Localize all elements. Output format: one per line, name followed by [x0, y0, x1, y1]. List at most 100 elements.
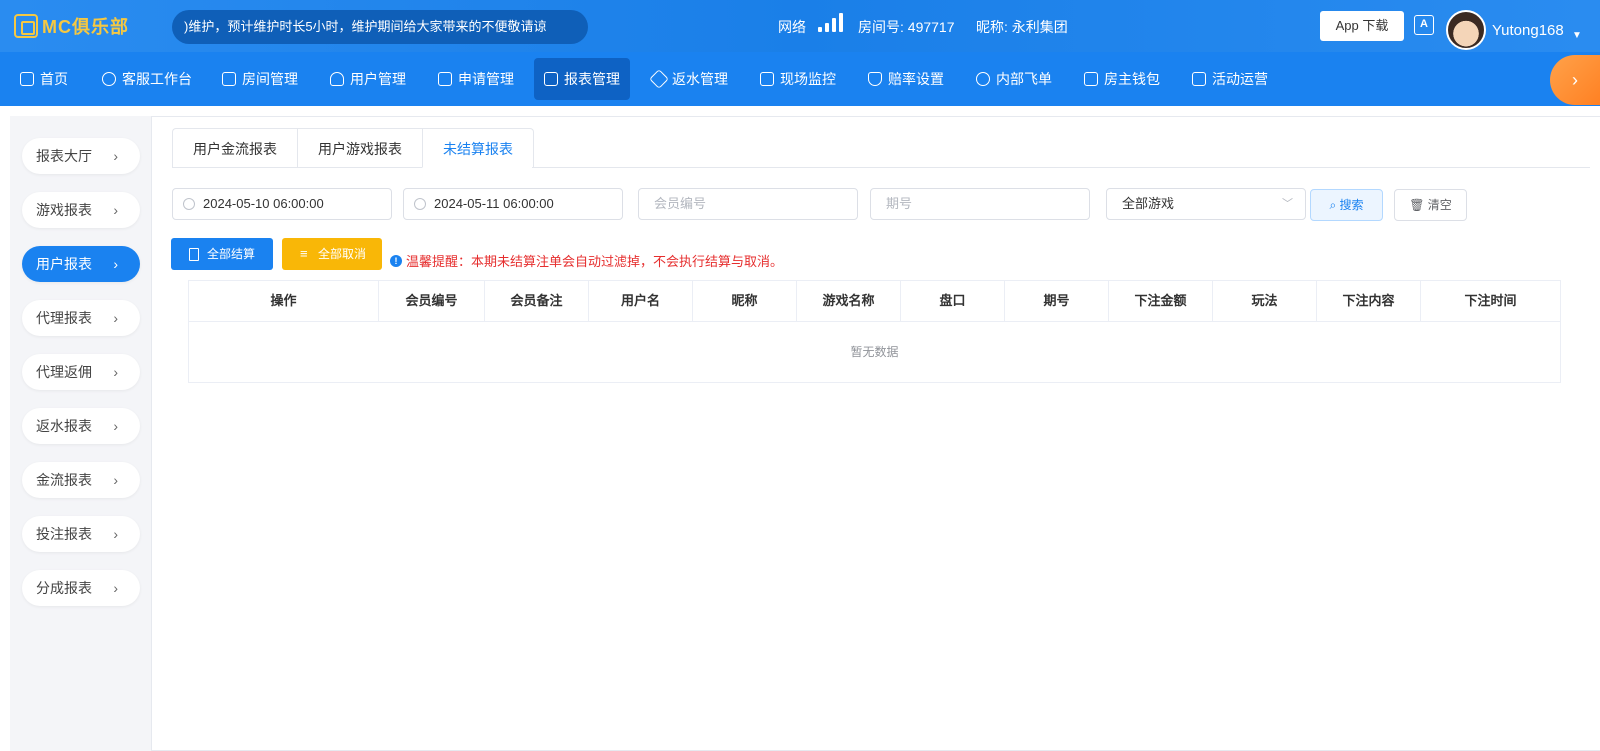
info-icon: !: [390, 254, 402, 267]
document-icon: [438, 72, 452, 86]
sidebar-item-label: 返水报表: [36, 418, 92, 434]
search-button[interactable]: ⌕ 搜索: [1310, 189, 1383, 221]
tab-user-game[interactable]: 用户游戏报表: [297, 128, 422, 168]
sidebar-item-label: 用户报表: [36, 256, 92, 272]
username[interactable]: Yutong168: [1492, 22, 1564, 39]
clear-button[interactable]: 🗑 清空: [1394, 189, 1467, 221]
nav-label: 活动运营: [1212, 71, 1268, 87]
tag-icon: [649, 69, 669, 89]
start-time-picker[interactable]: 2024-05-10 06:00:00: [172, 188, 392, 220]
nav-label: 用户管理: [350, 71, 406, 87]
trash-icon: 🗑: [1409, 198, 1425, 212]
column-header: 下注时间: [1464, 293, 1517, 308]
app-download-button[interactable]: App 下载: [1320, 11, 1404, 41]
headset-icon: [102, 72, 116, 86]
start-time-value: 2024-05-10 06:00:00: [203, 196, 324, 211]
caret-down-icon[interactable]: ▼: [1572, 30, 1582, 41]
end-time-picker[interactable]: 2024-05-11 06:00:00: [403, 188, 623, 220]
column-header: 游戏名称: [797, 281, 901, 321]
nav-owner-wallet[interactable]: 房主钱包: [1074, 58, 1170, 100]
user-icon: [330, 72, 344, 86]
nickname: 昵称: 永利集团: [976, 19, 1068, 35]
nav-application-management[interactable]: 申请管理: [428, 58, 524, 100]
game-select[interactable]: 全部游戏 ﹀: [1106, 188, 1306, 220]
signal-strength-icon: [818, 12, 844, 32]
clock-icon: [414, 198, 426, 210]
sidebar-item-label: 游戏报表: [36, 202, 92, 218]
nav-label: 内部飞单: [996, 71, 1052, 87]
app-logo[interactable]: MC俱乐部: [14, 12, 129, 40]
column-header: 会员备注: [485, 281, 589, 321]
sidebar-item-label: 分成报表: [36, 580, 92, 596]
room-number: 房间号: 497717: [858, 19, 955, 35]
grid-icon: [222, 72, 236, 86]
nav-user-management[interactable]: 用户管理: [320, 58, 416, 100]
search-icon: ⌕: [1329, 198, 1337, 212]
empty-state: 暂无数据: [850, 345, 899, 359]
column-header: 昵称: [693, 281, 797, 321]
sidebar-item-label: 报表大厅: [36, 148, 92, 164]
sidebar-item-label: 投注报表: [36, 526, 92, 542]
sidebar-item-bet-report[interactable]: 投注报表 ›: [22, 516, 140, 552]
tab-divider: [532, 167, 1590, 168]
nav-label: 申请管理: [458, 71, 514, 87]
settle-all-button[interactable]: 全部结算: [171, 238, 273, 270]
chevron-right-icon: ›: [113, 580, 118, 596]
search-label: 搜索: [1339, 198, 1364, 212]
warning-tip: ! 温馨提醒：本期未结算注单会自动过滤掉，不会执行结算与取消。: [390, 251, 783, 270]
nav-label: 现场监控: [780, 71, 836, 87]
nav-rebate-management[interactable]: 返水管理: [642, 58, 738, 100]
logo-icon: [14, 14, 38, 38]
cancel-all-button[interactable]: 全部取消: [282, 238, 382, 270]
tab-unsettled[interactable]: 未结算报表: [422, 128, 534, 168]
monitor-icon: [760, 72, 774, 86]
nav-label: 返水管理: [672, 71, 728, 87]
column-header: 下注内容: [1317, 281, 1421, 321]
nav-more-button[interactable]: ›: [1550, 55, 1600, 105]
tip-text: 温馨提醒：本期未结算注单会自动过滤掉，不会执行结算与取消。: [406, 254, 784, 269]
nav-service-desk[interactable]: 客服工作台: [92, 58, 202, 100]
wallet-icon: [1084, 72, 1098, 86]
nav-report-management[interactable]: 报表管理: [534, 58, 630, 100]
sidebar-item-game-report[interactable]: 游戏报表 ›: [22, 192, 140, 228]
clear-label: 清空: [1427, 198, 1452, 212]
avatar[interactable]: [1446, 10, 1486, 50]
chevron-right-icon: ›: [113, 310, 118, 326]
language-icon[interactable]: A: [1414, 15, 1434, 35]
chevron-right-icon: ›: [113, 526, 118, 542]
end-time-value: 2024-05-11 06:00:00: [434, 196, 554, 211]
report-sidebar: 报表大厅 › 游戏报表 › 用户报表 › 代理报表 › 代理返佣 › 返水报表 › 金流报表…: [10, 116, 152, 751]
refresh-icon: [976, 72, 990, 86]
chevron-right-icon: ›: [113, 202, 118, 218]
shield-icon: [868, 72, 882, 86]
nav-activity-ops[interactable]: 活动运营: [1182, 58, 1278, 100]
sidebar-item-cashflow-report[interactable]: 金流报表 ›: [22, 462, 140, 498]
tab-user-cashflow[interactable]: 用户金流报表: [172, 128, 297, 168]
sidebar-item-report-hall[interactable]: 报表大厅 ›: [22, 138, 140, 174]
sidebar-item-rebate-report[interactable]: 返水报表 ›: [22, 408, 140, 444]
home-icon: [20, 72, 34, 86]
sidebar-item-agent-report[interactable]: 代理报表 ›: [22, 300, 140, 336]
chevron-right-icon: ›: [113, 256, 118, 272]
nav-label: 房间管理: [242, 71, 298, 87]
main-nav: 首页 客服工作台 房间管理 用户管理 申请管理 报表管理 返水管理 现场监控 赔…: [0, 52, 1600, 106]
column-header: 操作: [189, 281, 379, 321]
nav-odds-settings[interactable]: 赔率设置: [858, 58, 954, 100]
sidebar-item-agent-commission[interactable]: 代理返佣 ›: [22, 354, 140, 390]
sidebar-item-label: 金流报表: [36, 472, 92, 488]
nav-home[interactable]: 首页: [10, 58, 78, 100]
gift-icon: [1192, 72, 1206, 86]
sidebar-item-label: 代理报表: [36, 310, 92, 326]
nav-live-monitor[interactable]: 现场监控: [750, 58, 846, 100]
period-input[interactable]: 期号: [870, 188, 1090, 220]
nav-room-management[interactable]: 房间管理: [212, 58, 308, 100]
chevron-right-icon: ›: [113, 148, 118, 164]
column-header: 用户名: [589, 281, 693, 321]
sidebar-item-user-report[interactable]: 用户报表 ›: [22, 246, 140, 282]
network-label: 网络: [778, 19, 806, 35]
nav-internal-order[interactable]: 内部飞单: [966, 58, 1062, 100]
sidebar-item-share-report[interactable]: 分成报表 ›: [22, 570, 140, 606]
bar-chart-icon: [544, 72, 558, 86]
member-no-input[interactable]: 会员编号: [638, 188, 858, 220]
column-header: 会员编号: [379, 281, 485, 321]
